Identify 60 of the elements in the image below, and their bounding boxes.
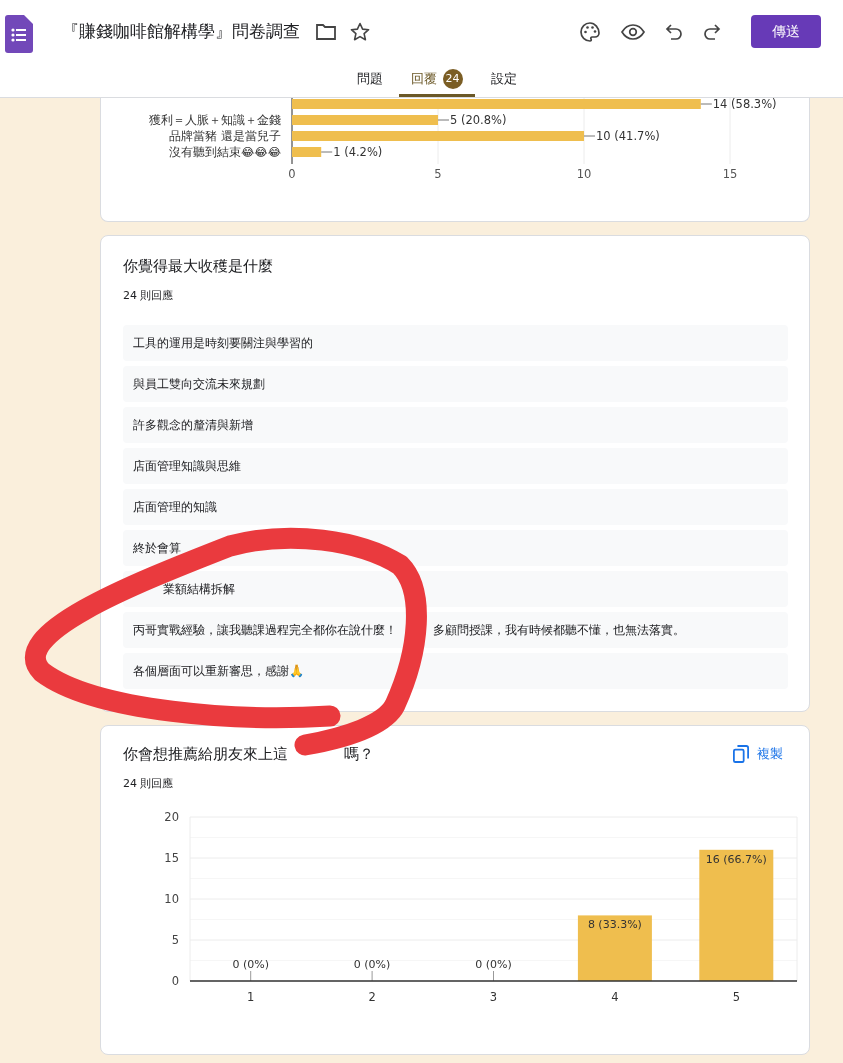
category-label: 沒有聽到結束😂😂😂 (168, 145, 281, 159)
palette-icon[interactable] (579, 20, 601, 43)
response-text: 工具的運用是時刻要關注與學習的 (133, 334, 313, 352)
redo-icon[interactable] (703, 23, 721, 40)
undo-icon[interactable] (665, 23, 683, 40)
response-count: 24 則回應 (123, 288, 175, 303)
response-count-badge: 24 (442, 68, 463, 89)
axis-tick-label: 0 (288, 167, 296, 181)
value-label: 14 (58.3%) (712, 98, 777, 111)
leader-line (320, 151, 333, 153)
response-text: 店面管理的知識 (133, 498, 217, 516)
folder-icon[interactable] (316, 23, 336, 40)
axis-tick-label: 5 (434, 167, 442, 181)
value-label: 1 (4.2%) (333, 145, 383, 159)
category-label: 獲利＝人脈＋知識＋金錢 (149, 113, 281, 127)
copy-icon (733, 745, 749, 763)
tab[interactable]: 問題 (344, 63, 395, 97)
leader-line (583, 135, 596, 137)
category-label: 品牌當豬 還是當兒子 (169, 129, 281, 143)
leader-line (700, 103, 713, 105)
response-text: 業額結構拆解 (163, 580, 235, 598)
response-text: 與員工雙向交流未來規劃 (133, 375, 265, 393)
axis-tick-label: 2 (368, 990, 376, 1004)
response-text: 終於會算 (133, 539, 181, 557)
response-text: 許多觀念的釐清與新增 (133, 416, 253, 434)
value-label: 16 (66.7%) (705, 852, 767, 866)
send-button[interactable]: 傳送 (751, 15, 821, 49)
value-label: 10 (41.7%) (596, 129, 660, 143)
question-title: 你會想推薦給朋友來上這 (123, 744, 288, 764)
value-label: 8 (33.3%) (587, 918, 642, 932)
axis-tick-label: 0 (171, 974, 179, 988)
question-title: 嗎？ (344, 744, 374, 764)
response-text: 丙哥實戰經驗，讓我聽課過程完全都你在說什麼！ (133, 621, 397, 639)
axis-tick-label: 10 (576, 167, 592, 181)
forms-logo-icon[interactable] (5, 14, 33, 53)
bar (292, 147, 322, 157)
response-text: 各個層面可以重新審思，感謝🙏 (133, 662, 304, 680)
axis-tick-label: 5 (732, 990, 740, 1004)
value-label: 5 (20.8%) (450, 113, 507, 127)
question-title: 你覺得最大收穫是什麼 (123, 257, 274, 276)
axis-tick-label: 5 (171, 933, 179, 947)
value-label: 0 (0%) (232, 958, 269, 971)
response-count: 24 則回應 (123, 776, 175, 791)
star-icon[interactable] (350, 21, 370, 42)
value-label: 0 (0%) (353, 958, 391, 971)
axis-tick-label: 3 (489, 990, 498, 1004)
axis-tick-label: 15 (722, 167, 738, 181)
axis-tick-label: 1 (247, 990, 255, 1004)
tab[interactable]: 設定 (478, 63, 529, 97)
response-text: 多顧問授課，我有時候都聽不懂，也無法落實。 (433, 621, 685, 639)
response-text: 店面管理知識與思維 (133, 457, 241, 475)
value-label: 0 (0%) (475, 958, 512, 971)
leader-line (437, 119, 450, 121)
form-title[interactable]: 『賺錢咖啡館解構學』問卷調查 (62, 20, 300, 44)
copy-button[interactable]: 複製 (727, 744, 789, 764)
axis-tick-label: 20 (164, 810, 179, 824)
preview-eye-icon[interactable] (621, 23, 645, 40)
axis-tick-label: 10 (164, 892, 179, 906)
axis-tick-label: 15 (164, 851, 179, 865)
axis-tick-label: 4 (611, 990, 619, 1004)
